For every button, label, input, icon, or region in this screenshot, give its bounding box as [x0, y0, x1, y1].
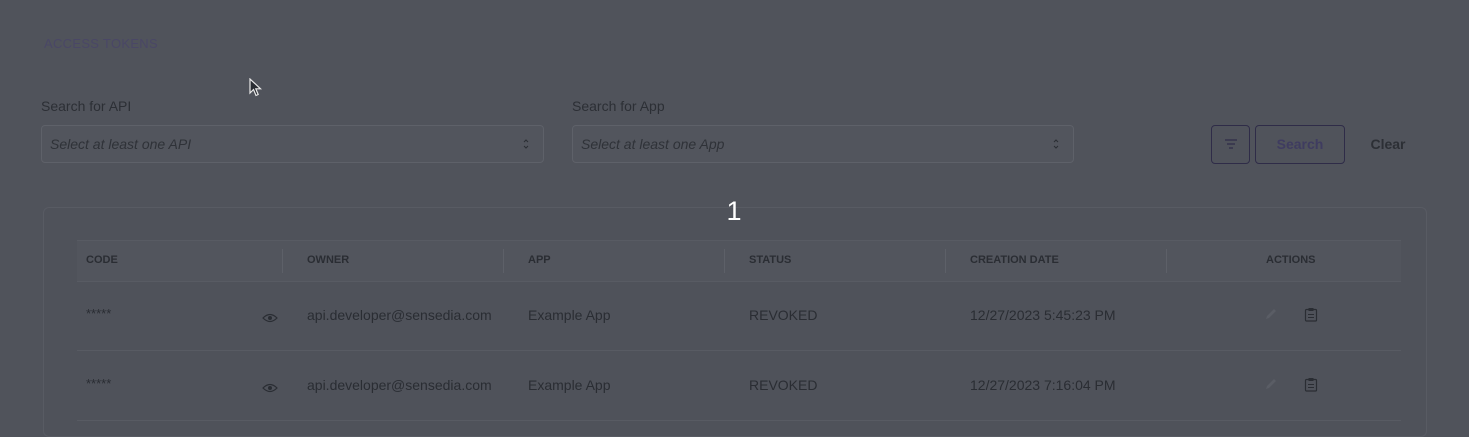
- column-header-owner: OWNER: [307, 254, 350, 266]
- token-status: REVOKED: [749, 307, 818, 323]
- table-row: ***** api.developer@sensedia.com Example…: [77, 351, 1401, 421]
- column-separator: [503, 249, 504, 273]
- api-search-label: Search for API: [41, 98, 132, 114]
- token-creation-date: 12/27/2023 7:16:04 PM: [970, 377, 1116, 393]
- eye-icon[interactable]: [262, 310, 278, 328]
- filter-button[interactable]: [1211, 125, 1250, 164]
- token-owner: api.developer@sensedia.com: [307, 377, 492, 393]
- eye-icon[interactable]: [262, 380, 278, 398]
- table-row: ***** api.developer@sensedia.com Example…: [77, 281, 1401, 351]
- column-separator: [945, 249, 946, 273]
- page-title: ACCESS TOKENS: [44, 36, 158, 51]
- column-separator: [282, 249, 283, 273]
- mouse-cursor-icon: [249, 77, 263, 103]
- token-status: REVOKED: [749, 377, 818, 393]
- search-button[interactable]: Search: [1255, 125, 1345, 164]
- step-marker: 1: [726, 196, 742, 226]
- column-header-status: STATUS: [749, 254, 792, 266]
- column-header-code: CODE: [86, 254, 118, 266]
- pencil-icon[interactable]: [1264, 307, 1278, 326]
- column-header-creation-date: CREATION DATE: [970, 254, 1059, 266]
- token-owner: api.developer@sensedia.com: [307, 307, 492, 323]
- api-select[interactable]: Select at least one API: [41, 125, 544, 163]
- token-app: Example App: [528, 377, 611, 393]
- column-separator: [724, 249, 725, 273]
- column-separator: [1166, 249, 1167, 273]
- clear-button[interactable]: Clear: [1357, 125, 1419, 164]
- pencil-icon[interactable]: [1264, 377, 1278, 396]
- table-header: CODE OWNER APP STATUS CREATION DATE ACTI…: [77, 240, 1401, 282]
- app-select[interactable]: Select at least one App: [572, 125, 1074, 163]
- up-down-chevron-icon: [1053, 136, 1059, 152]
- up-down-chevron-icon: [523, 136, 529, 152]
- clipboard-icon[interactable]: [1304, 377, 1318, 397]
- api-select-placeholder: Select at least one API: [50, 136, 192, 152]
- column-header-app: APP: [528, 254, 551, 266]
- column-header-actions: ACTIONS: [1266, 254, 1316, 266]
- filter-lines-icon: [1225, 139, 1237, 149]
- token-app: Example App: [528, 307, 611, 323]
- clipboard-icon[interactable]: [1304, 307, 1318, 327]
- token-code: *****: [86, 306, 112, 321]
- app-search-label: Search for App: [572, 98, 665, 114]
- token-code: *****: [86, 376, 112, 391]
- app-select-placeholder: Select at least one App: [581, 136, 725, 152]
- token-creation-date: 12/27/2023 5:45:23 PM: [970, 307, 1116, 323]
